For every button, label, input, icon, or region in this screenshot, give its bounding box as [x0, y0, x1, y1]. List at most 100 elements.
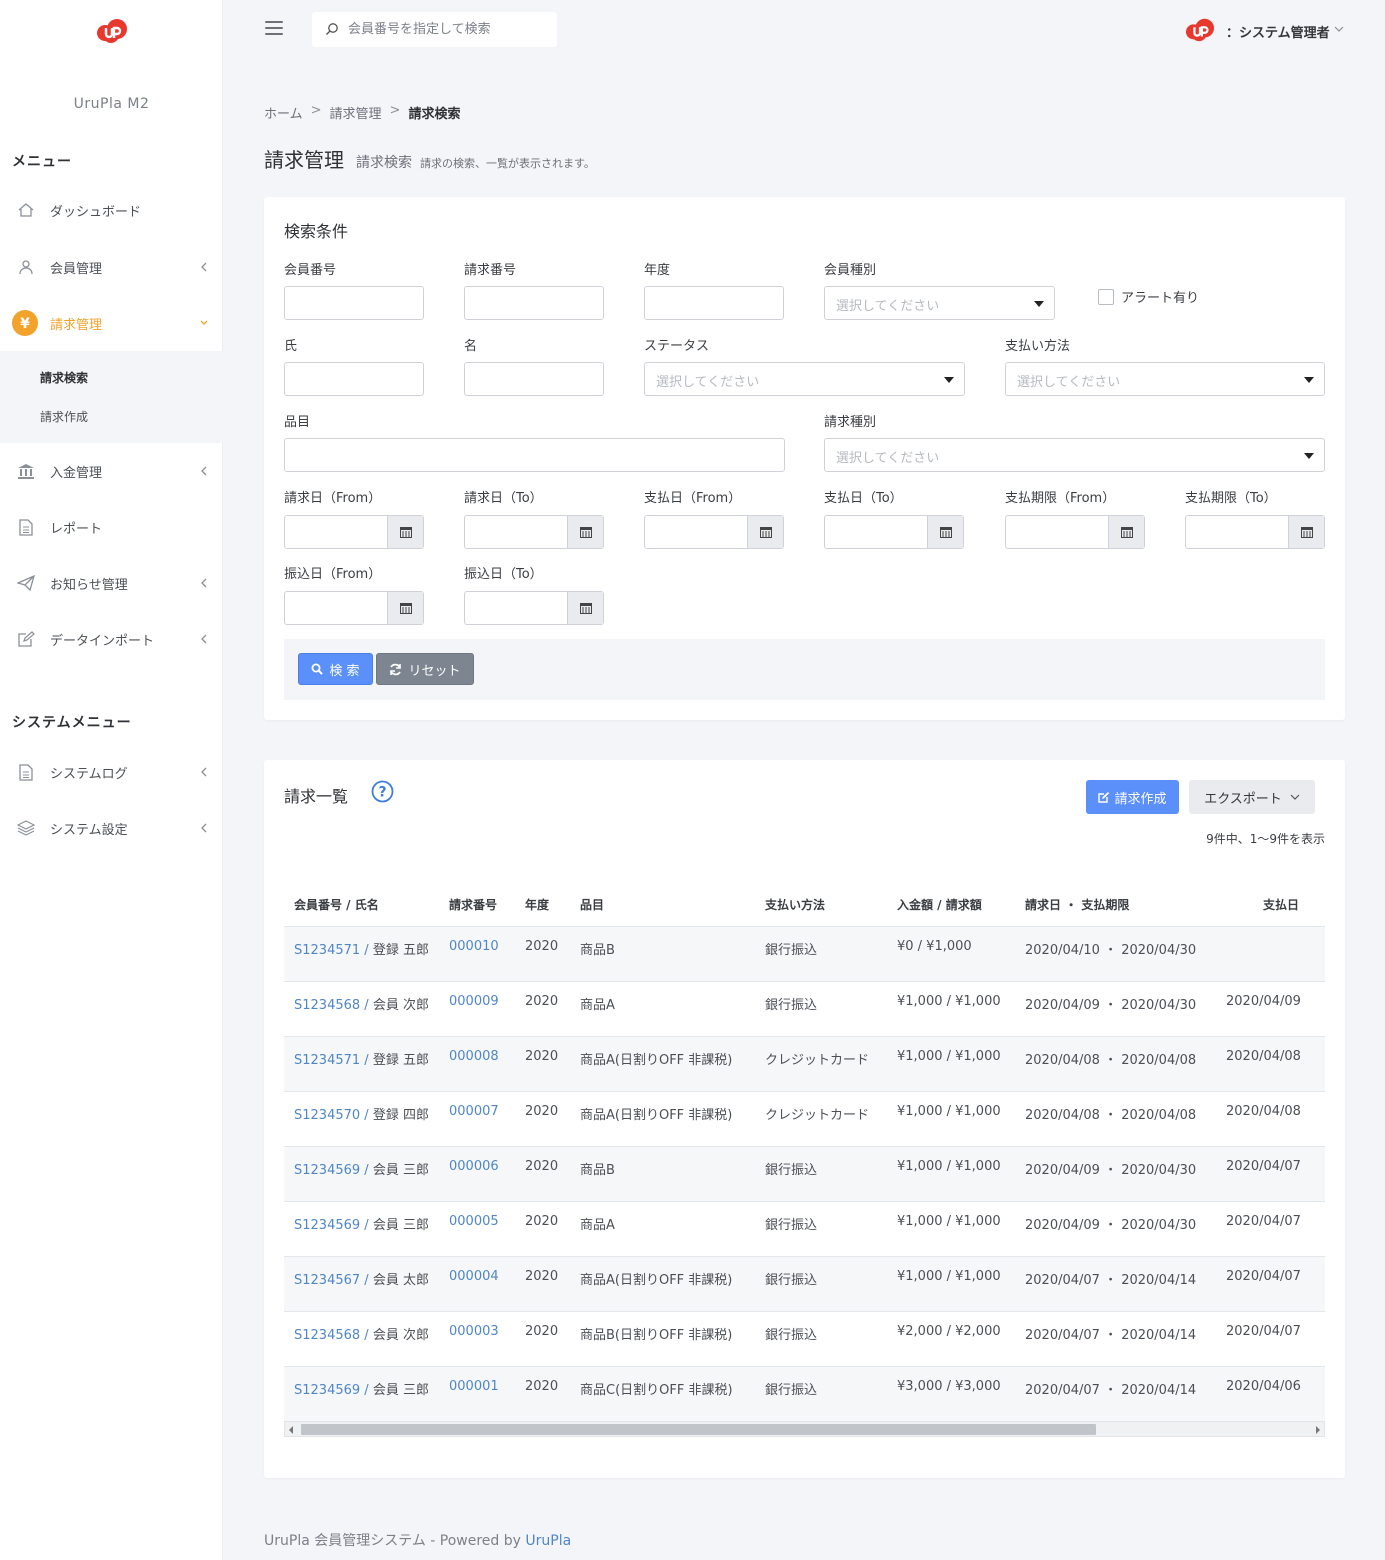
- reset-button[interactable]: リセット: [376, 653, 474, 685]
- export-button[interactable]: エクスポート: [1189, 780, 1315, 814]
- column-header-payment-method[interactable]: 支払い方法: [765, 896, 825, 913]
- invoice-no-input[interactable]: [464, 286, 604, 320]
- column-header-member[interactable]: 会員番号 / 氏名: [294, 896, 379, 913]
- sidebar-item-payments[interactable]: 入金管理: [0, 451, 223, 491]
- sidebar-item-notices[interactable]: お知らせ管理: [0, 563, 223, 603]
- breadcrumb-home[interactable]: ホーム: [264, 103, 303, 122]
- member-no-link[interactable]: S1234568: [294, 1328, 360, 1343]
- status-select[interactable]: 選択してください: [644, 362, 965, 396]
- year-cell: 2020: [525, 1104, 559, 1119]
- submenu-item-invoice-create[interactable]: 請求作成: [40, 408, 88, 425]
- invoice-no-link[interactable]: 000010: [449, 939, 499, 954]
- column-header-invoice-no[interactable]: 請求番号: [449, 896, 497, 913]
- pay-date-from-input[interactable]: [644, 515, 784, 549]
- transfer-from-input[interactable]: [284, 591, 424, 625]
- member-separator: /: [360, 1108, 373, 1123]
- select-placeholder: 選択してください: [836, 299, 940, 314]
- member-no-link[interactable]: S1234569: [294, 1218, 360, 1233]
- column-header-dates[interactable]: 請求日 ・ 支払期限: [1025, 896, 1129, 913]
- footer-link[interactable]: UruPla: [525, 1533, 571, 1549]
- sidebar-item-data-import[interactable]: データインポート: [0, 619, 223, 659]
- year-input[interactable]: [644, 286, 784, 320]
- column-header-paid-date[interactable]: 支払日: [1263, 896, 1299, 913]
- paid-date-cell: 2020/04/07: [1226, 1159, 1301, 1174]
- submenu-item-invoice-search[interactable]: 請求検索: [40, 369, 88, 386]
- member-no-link[interactable]: S1234571: [294, 1053, 360, 1068]
- column-header-year[interactable]: 年度: [525, 896, 549, 913]
- column-header-amount[interactable]: 入金額 / 請求額: [897, 896, 982, 913]
- invoice-no-link[interactable]: 000008: [449, 1049, 499, 1064]
- due-date: 2020/04/14: [1121, 1328, 1197, 1343]
- invoice-no-link[interactable]: 000006: [449, 1159, 499, 1174]
- member-no-link[interactable]: S1234568: [294, 998, 360, 1013]
- sidebar-item-dashboard[interactable]: ダッシュボード: [0, 190, 223, 230]
- column-header-item[interactable]: 品目: [580, 896, 604, 913]
- member-no-link[interactable]: S1234567: [294, 1273, 360, 1288]
- transfer-to-input[interactable]: [464, 591, 604, 625]
- calendar-icon[interactable]: [927, 516, 963, 548]
- invoice-no-link[interactable]: 000001: [449, 1379, 499, 1394]
- member-type-select[interactable]: 選択してください: [824, 286, 1055, 320]
- invoice-no-link[interactable]: 000007: [449, 1104, 499, 1119]
- brand-name: UruPla M2: [73, 96, 150, 112]
- due-from-input[interactable]: [1005, 515, 1145, 549]
- alert-checkbox-label[interactable]: アラート有り: [1121, 287, 1199, 306]
- alert-checkbox[interactable]: [1098, 289, 1114, 305]
- table-row: S1234569 / 会員 三郎 000001 2020 商品C(日割りOFF 非課税…: [284, 1366, 1325, 1421]
- invoice-no-link[interactable]: 000004: [449, 1269, 499, 1284]
- year-cell: 2020: [525, 1324, 559, 1339]
- invoice-no-link[interactable]: 000009: [449, 994, 499, 1009]
- sidebar-item-reports[interactable]: レポート: [0, 507, 223, 547]
- member-no-link[interactable]: S1234569: [294, 1383, 360, 1398]
- year-cell: 2020: [525, 1049, 559, 1064]
- member-name: 会員 三郎: [372, 1383, 429, 1398]
- payment-cell: 銀行振込: [765, 1383, 818, 1398]
- table-horizontal-scrollbar[interactable]: [284, 1421, 1325, 1437]
- user-avatar-icon[interactable]: [1184, 14, 1216, 46]
- member-no-link[interactable]: S1234569: [294, 1163, 360, 1178]
- scroll-left-icon[interactable]: [289, 1426, 293, 1434]
- member-no-link[interactable]: S1234570: [294, 1108, 360, 1123]
- chevron-down-icon[interactable]: [1334, 25, 1344, 33]
- last-name-input[interactable]: [284, 362, 424, 396]
- payment-method-select[interactable]: 選択してください: [1005, 362, 1325, 396]
- scroll-right-icon[interactable]: [1316, 1426, 1320, 1434]
- help-icon[interactable]: ?: [371, 780, 394, 803]
- app-logo-icon[interactable]: [95, 16, 129, 46]
- member-no-input[interactable]: [284, 286, 424, 320]
- sidebar-item-members[interactable]: 会員管理: [0, 247, 223, 287]
- invoice-date-from-input[interactable]: [284, 515, 424, 549]
- member-search-input[interactable]: [348, 12, 553, 47]
- invoice-no-link[interactable]: 000003: [449, 1324, 499, 1339]
- member-no-link[interactable]: S1234571: [294, 943, 360, 958]
- breadcrumb-parent[interactable]: 請求管理: [330, 103, 382, 122]
- user-name[interactable]: ：システム管理者: [1226, 22, 1330, 41]
- create-invoice-button[interactable]: 請求作成: [1086, 780, 1179, 814]
- sidebar-item-billing[interactable]: ¥ 請求管理: [0, 303, 223, 343]
- page-title-main: 請求管理: [264, 148, 344, 172]
- calendar-icon[interactable]: [567, 516, 603, 548]
- date-separator: ・: [1099, 943, 1122, 958]
- page-subtitle: 請求検索: [356, 155, 412, 171]
- calendar-icon[interactable]: [387, 516, 423, 548]
- search-button[interactable]: 検 索: [298, 653, 373, 685]
- scrollbar-thumb[interactable]: [301, 1424, 1096, 1435]
- item-input[interactable]: [284, 438, 785, 472]
- invoice-type-select[interactable]: 選択してください: [824, 438, 1325, 472]
- member-name: 登録 五郎: [372, 943, 429, 958]
- calendar-icon[interactable]: [1288, 516, 1324, 548]
- calendar-icon[interactable]: [747, 516, 783, 548]
- first-name-input[interactable]: [464, 362, 604, 396]
- billing-submenu: [0, 351, 223, 443]
- pay-date-to-input[interactable]: [824, 515, 964, 549]
- calendar-icon[interactable]: [387, 592, 423, 624]
- calendar-icon[interactable]: [567, 592, 603, 624]
- invoice-no-link[interactable]: 000005: [449, 1214, 499, 1229]
- invoice-date-to-input[interactable]: [464, 515, 604, 549]
- sidebar-item-system-settings[interactable]: システム設定: [0, 808, 223, 848]
- year-label: 年度: [644, 263, 671, 278]
- sidebar-item-system-log[interactable]: システムログ: [0, 752, 223, 792]
- due-to-input[interactable]: [1185, 515, 1325, 549]
- calendar-icon[interactable]: [1108, 516, 1144, 548]
- menu-toggle-icon[interactable]: [265, 21, 283, 35]
